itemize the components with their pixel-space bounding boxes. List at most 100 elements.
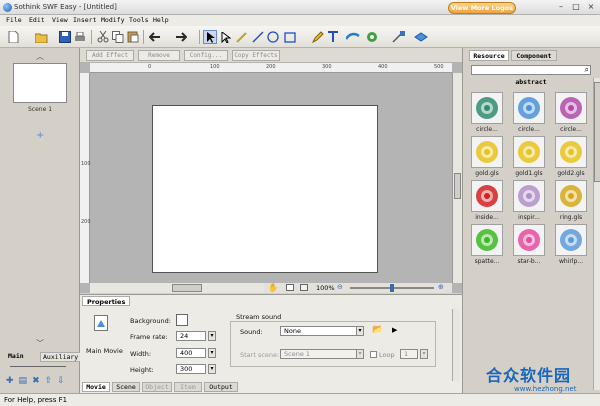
print-icon[interactable] [73, 30, 87, 44]
zoom-in-icon[interactable]: ⊕ [438, 283, 444, 291]
move-up-icon[interactable]: ⇧ [45, 376, 53, 386]
resource-scrollbar[interactable] [593, 78, 600, 390]
new-icon[interactable] [6, 30, 20, 44]
resource-tile[interactable] [513, 180, 545, 212]
play-icon[interactable]: ▶ [392, 326, 397, 334]
select-arrow-icon[interactable] [203, 30, 217, 44]
redo-icon[interactable] [174, 30, 188, 44]
menu-insert[interactable]: Insert [73, 16, 96, 24]
line-icon[interactable] [251, 30, 265, 44]
move-down-icon[interactable]: ⇩ [57, 376, 65, 386]
chevron-down-icon[interactable]: ▾ [208, 348, 216, 358]
background-color-swatch[interactable] [176, 314, 188, 326]
ellipse-icon[interactable] [266, 30, 280, 44]
chevron-down-icon[interactable]: ▾ [356, 349, 364, 359]
resource-scroll-thumb[interactable] [594, 82, 600, 182]
resource-tile[interactable] [555, 136, 587, 168]
menu-tools[interactable]: Tools [129, 16, 149, 24]
vertical-scrollbar[interactable] [452, 73, 462, 283]
stage-canvas[interactable] [152, 105, 378, 273]
tab-auxiliary[interactable]: Auxiliary [40, 352, 82, 362]
menu-view[interactable]: View [52, 16, 68, 24]
resource-category[interactable]: abstract [471, 78, 591, 88]
properties-scrollbar[interactable] [452, 309, 460, 381]
show-all-icon[interactable] [300, 284, 308, 291]
rectangle-icon[interactable] [283, 30, 297, 44]
loop-checkbox[interactable] [370, 351, 377, 358]
pen-icon[interactable] [235, 30, 249, 44]
chevron-down-icon[interactable]: ▾ [208, 331, 216, 341]
save-icon[interactable] [58, 30, 72, 44]
resource-tile[interactable] [471, 136, 503, 168]
fit-icon[interactable] [286, 284, 294, 291]
config-effect-button[interactable]: Config... [184, 50, 228, 61]
chevron-down-icon[interactable]: ▾ [356, 326, 364, 336]
zoom-slider-thumb[interactable] [390, 284, 394, 292]
menu-file[interactable]: File [6, 16, 22, 24]
brush-icon[interactable] [346, 30, 360, 44]
zoom-slider[interactable] [350, 284, 434, 292]
print-scene-icon[interactable]: ▤ [19, 376, 28, 386]
minimize-icon[interactable]: – [554, 2, 568, 13]
tab-resource[interactable]: Resource [469, 50, 509, 61]
close-icon[interactable]: × [584, 2, 598, 13]
tab-output[interactable]: Output [204, 382, 238, 392]
resource-tile[interactable] [513, 224, 545, 256]
chevron-down-icon[interactable]: ▾ [420, 349, 428, 359]
paste-icon[interactable] [126, 30, 140, 44]
copy-effects-button[interactable]: Copy Effects [232, 50, 280, 61]
remove-effect-button[interactable]: Remove [138, 50, 180, 61]
resource-tile[interactable] [513, 92, 545, 124]
menu-help[interactable]: Help [153, 16, 169, 24]
vertical-scroll-thumb[interactable] [454, 173, 461, 199]
frame-rate-input[interactable]: 24 [176, 331, 206, 341]
tab-movie[interactable]: Movie [82, 382, 110, 392]
tab-object[interactable]: Object [142, 382, 172, 392]
cut-icon[interactable] [96, 30, 110, 44]
resource-tile[interactable] [471, 92, 503, 124]
horizontal-scroll-thumb[interactable] [172, 284, 202, 292]
view-more-logos-button[interactable]: View More Logos [448, 2, 516, 14]
tab-component[interactable]: Component [511, 50, 557, 61]
resource-tile[interactable] [555, 180, 587, 212]
start-scene-select[interactable]: Scene 1 [280, 349, 364, 359]
pencil-icon[interactable] [311, 30, 325, 44]
width-input[interactable]: 400 [176, 348, 206, 358]
scroll-up-icon[interactable]: ︿ [36, 51, 44, 62]
scene-slider[interactable] [10, 366, 66, 370]
text-icon[interactable] [326, 30, 340, 44]
loop-count-input[interactable]: 1 [400, 349, 418, 359]
tab-item[interactable]: Item [174, 382, 202, 392]
resource-tile[interactable] [513, 136, 545, 168]
sound-select[interactable]: None [280, 326, 364, 336]
height-input[interactable]: 300 [176, 364, 206, 374]
tab-scene[interactable]: Scene [112, 382, 140, 392]
eraser-icon[interactable] [414, 30, 428, 44]
scene-thumbnail[interactable] [13, 63, 67, 103]
add-scene-icon[interactable]: + [36, 130, 44, 141]
resource-tile[interactable] [555, 224, 587, 256]
menu-modify[interactable]: Modify [101, 16, 124, 24]
menu-edit[interactable]: Edit [29, 16, 45, 24]
add-effect-button[interactable]: Add Effect [86, 50, 134, 61]
hand-icon[interactable]: ✋ [268, 283, 278, 292]
resource-tile[interactable] [555, 92, 587, 124]
copy-icon[interactable] [111, 30, 125, 44]
undo-icon[interactable] [148, 30, 162, 44]
subselect-icon[interactable] [219, 30, 233, 44]
open-folder-icon[interactable]: 📂 [372, 325, 383, 335]
add-icon[interactable]: ✚ [6, 376, 14, 386]
maximize-icon[interactable]: □ [569, 2, 583, 13]
tab-main[interactable]: Main [8, 352, 24, 360]
search-icon[interactable]: ⌕ [585, 65, 589, 75]
resource-tile[interactable] [471, 224, 503, 256]
resource-tile[interactable] [471, 180, 503, 212]
delete-icon[interactable]: ✖ [32, 376, 40, 386]
paint-icon[interactable] [365, 30, 379, 44]
resource-search-input[interactable]: ⌕ [471, 65, 591, 75]
scroll-down-icon[interactable]: ﹀ [36, 338, 44, 349]
transform-icon[interactable] [392, 30, 406, 44]
chevron-down-icon[interactable]: ▾ [208, 364, 216, 374]
open-icon[interactable] [34, 30, 48, 44]
zoom-out-icon[interactable]: ⊖ [337, 283, 343, 291]
